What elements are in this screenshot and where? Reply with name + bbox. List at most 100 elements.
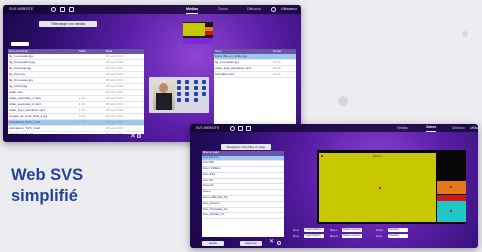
form-label: Zone — [293, 235, 299, 238]
settings-icon[interactable] — [271, 7, 276, 12]
file-name: images_de_fond_SVS_2.jpg — [9, 114, 48, 118]
tab-medias[interactable]: Médias — [186, 5, 199, 14]
item-name: Fond_Bleu_1_Vidéo.jpg — [215, 54, 247, 58]
item-name: Animation.swf — [215, 72, 234, 76]
playlist: Nom Durée Fond_Bleu_1_Vidéo.jpg fig_1-nou… — [214, 49, 296, 134]
delete-button[interactable]: Supprimer — [240, 241, 262, 246]
zone-label: Zone 1 — [372, 154, 383, 158]
user-label[interactable]: Utilisateur — [281, 5, 297, 14]
file-name: fig_2-pl.png — [9, 72, 25, 76]
column-header-name[interactable]: Nom — [215, 49, 221, 53]
file-date: 08 sept 2015 — [105, 132, 124, 134]
layout-thumbnail[interactable] — [183, 22, 213, 44]
background-select[interactable]: Standard — [388, 234, 408, 238]
app-name: SVS WEBSITE — [196, 126, 219, 130]
file-date: 08 sept 2015 — [105, 66, 124, 70]
file-name: vidéo.mp4 — [9, 90, 23, 94]
settings-icon[interactable] — [277, 241, 281, 245]
table-row[interactable]: Animations_1.swf 08 sept 2015 — [8, 132, 144, 134]
file-size: 1 Mo — [78, 120, 86, 124]
media-select[interactable]: Médias courants — [342, 234, 362, 238]
edit-icon[interactable] — [238, 125, 243, 131]
file-date: 08 sept 2015 — [105, 54, 124, 58]
layout-item[interactable]: Zone_Verticale_1/4 — [202, 213, 284, 220]
dropdown[interactable] — [11, 42, 29, 46]
zone-handle[interactable] — [450, 186, 453, 189]
zone-type-select[interactable]: Images/Vidéos — [304, 234, 324, 238]
file-name: fig_fond-logo.jpg — [9, 66, 32, 70]
playlist-row[interactable]: Animation.swf 00:15 — [214, 72, 296, 78]
edit-icon[interactable] — [60, 7, 65, 12]
file-size: 1 Mo — [78, 108, 86, 112]
file-date: 08 sept 2015 — [105, 84, 124, 88]
top-bar: SVS WEBSITE Médias Zones Diffusion Utili… — [190, 124, 478, 132]
upload-media-button[interactable]: Télécharger vos médias — [39, 21, 97, 27]
file-name: Animations_1.swf — [9, 132, 33, 134]
close-icon[interactable]: ✕ — [269, 239, 274, 245]
file-name: Animations_SVS_1.swf — [9, 120, 41, 124]
file-name: fig_3-nouveau.jpg — [9, 78, 33, 82]
background-dot — [462, 31, 468, 37]
form-label: Durée — [376, 229, 384, 232]
file-name: Animations_SVS_2.swf — [9, 126, 41, 130]
file-date: 08 sept 2015 — [105, 108, 124, 112]
form-label: Mise 1 — [330, 229, 338, 232]
zone-handle[interactable] — [450, 210, 453, 213]
file-date: 08 sept 2015 — [105, 90, 124, 94]
zone-1[interactable]: Zone 1 — [319, 153, 436, 222]
settings-icon[interactable] — [137, 134, 141, 138]
file-date: 08 sept 2015 — [105, 78, 124, 82]
tab-diffusion[interactable]: Diffusion — [247, 5, 261, 14]
zone-4[interactable] — [437, 201, 466, 222]
video-preview[interactable] — [149, 77, 209, 113]
tab-medias[interactable]: Médias — [397, 124, 408, 132]
save-layout-button[interactable]: Enregistrer votre Mise en page — [221, 144, 271, 150]
file-name: fig_fond-quidnrc.jpg — [9, 60, 36, 64]
column-header-name[interactable]: Nom du fichier — [9, 49, 28, 53]
media-screenshot: SVS WEBSITE Médias Zones Diffusion Utili… — [3, 5, 301, 142]
zone-type-select[interactable]: Images/Vidéos — [304, 228, 324, 232]
list-header: Mise en page — [202, 151, 284, 156]
zone-handle[interactable] — [321, 155, 324, 158]
refresh-icon[interactable] — [230, 125, 235, 131]
file-name: vidéo_exemples_2.mp4 — [9, 102, 41, 106]
layout-list: Mise en page Zone Info 1/2 L Zone RSS Zone… — [202, 151, 284, 237]
file-name: vidéo_exemples_1.mp4 — [9, 96, 41, 100]
form-label: Fond — [376, 235, 382, 238]
file-name: fig_1-nouveau.jpg — [9, 54, 33, 58]
file-date: 08 sept 2015 — [105, 72, 124, 76]
media-select[interactable]: Médias courants — [342, 228, 362, 232]
refresh-icon[interactable] — [51, 7, 56, 12]
item-name: vidéo_logo_animation.mp4 — [215, 66, 251, 70]
file-date: 08 sept 2015 — [105, 120, 124, 124]
add-button[interactable]: Ajouter — [202, 241, 224, 246]
form-label: Zone — [293, 229, 299, 232]
zones-screenshot: SVS WEBSITE Médias Zones Diffusion Utili… — [190, 124, 478, 248]
app-name: SVS WEBSITE — [9, 7, 34, 11]
tab-zones[interactable]: Zones — [218, 5, 228, 14]
file-size: 1 Mo — [78, 114, 86, 118]
caption-line: Web SVS — [11, 166, 84, 184]
user-label[interactable]: Utilisateur — [470, 124, 478, 132]
zone-2[interactable] — [437, 181, 466, 194]
caption-line: simplifié — [11, 187, 78, 205]
item-duration: 00:10 — [273, 60, 281, 64]
duration-select[interactable]: Standard — [388, 228, 408, 232]
item-duration: 00:15 — [273, 72, 281, 76]
camera-icon[interactable] — [246, 125, 251, 131]
zone-handle[interactable] — [379, 187, 382, 190]
background-dot — [338, 96, 348, 106]
zone-canvas: Zone 1 — [317, 150, 466, 224]
close-icon[interactable]: ✕ — [130, 133, 136, 140]
tab-zones[interactable]: Zones — [426, 124, 436, 132]
camera-icon[interactable] — [69, 7, 74, 12]
file-size: 1 Mo — [78, 102, 86, 106]
icon-grid — [177, 80, 207, 102]
file-size: 1 Mo — [78, 96, 86, 100]
presenter-image — [153, 80, 175, 110]
media-file-list: Nom du fichier Taille Date fig_1-nouveau… — [8, 49, 144, 134]
tab-diffusion[interactable]: Diffusion — [452, 124, 465, 132]
top-bar: SVS WEBSITE Médias Zones Diffusion Utili… — [3, 5, 301, 14]
item-name: fig_1-nouveau.jpg — [215, 60, 239, 64]
file-date: 08 sept 2015 — [105, 102, 124, 106]
